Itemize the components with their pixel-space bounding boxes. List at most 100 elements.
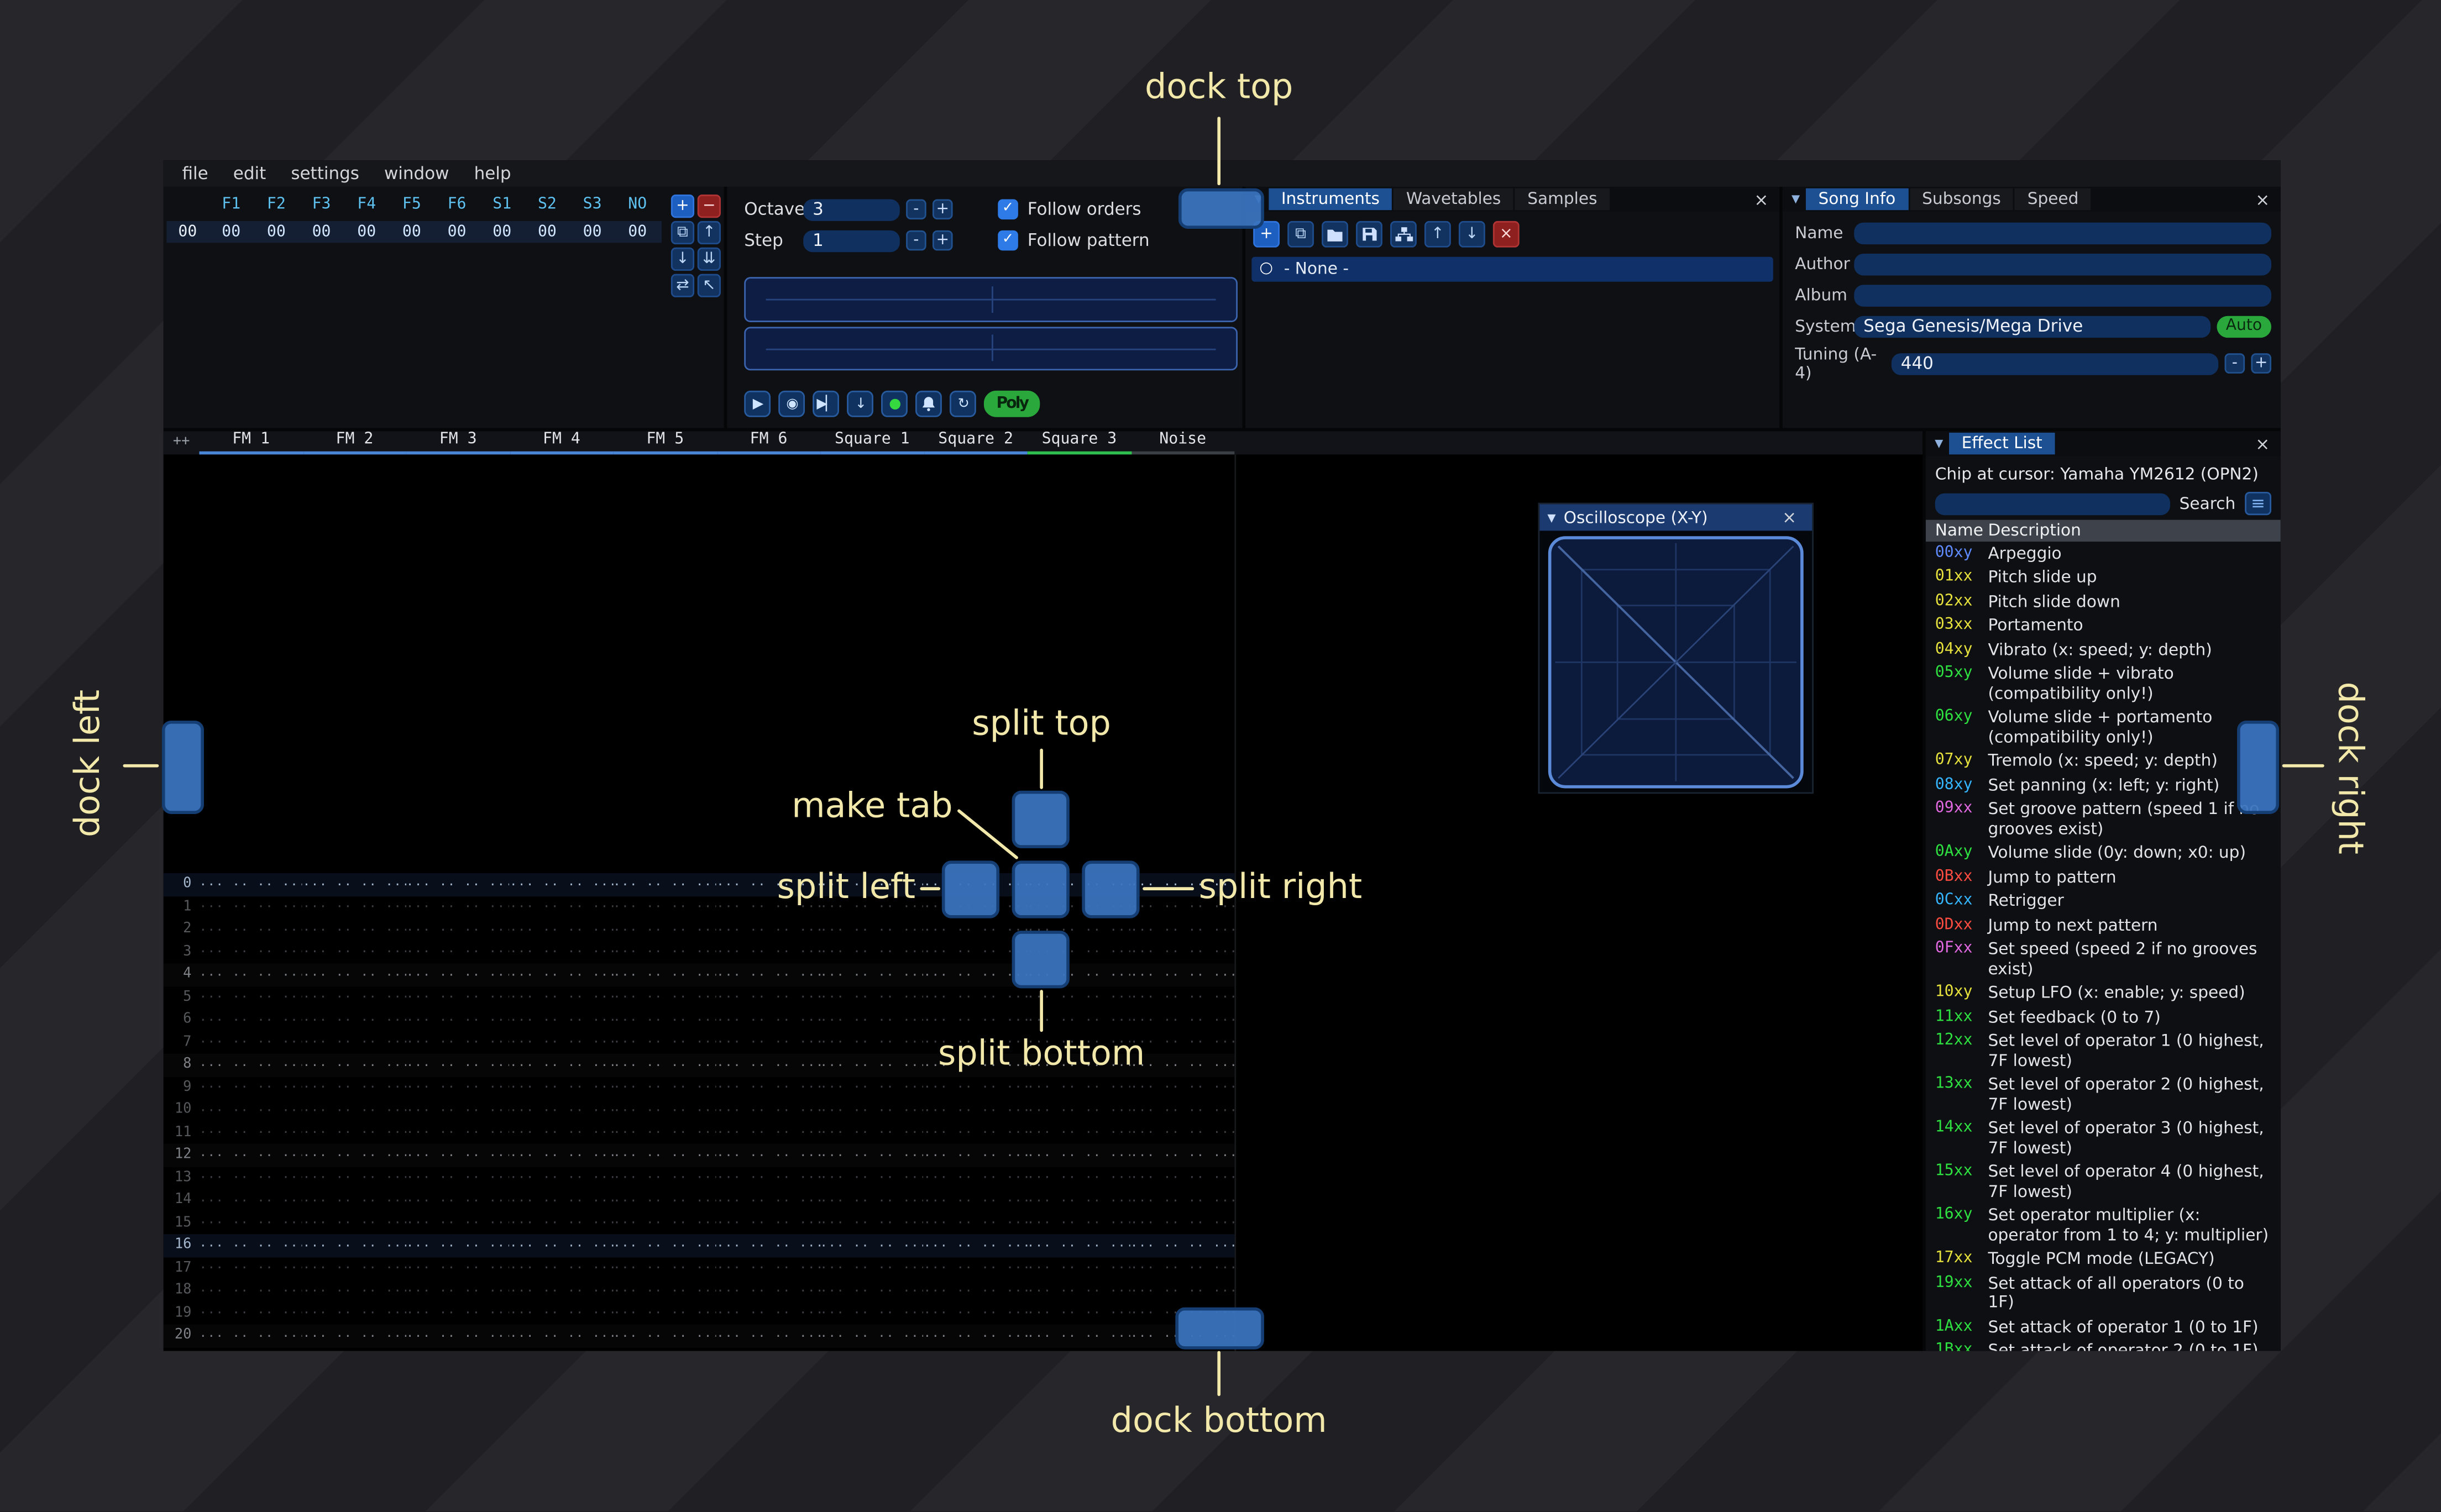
pattern-cell[interactable]: ··· ·· ·· ···· (406, 1261, 510, 1275)
octave-increase-button[interactable]: + (932, 199, 953, 220)
pattern-cell[interactable]: ··· ·· ·· ···· (199, 1080, 302, 1094)
add-order-button[interactable]: + (671, 195, 695, 218)
pattern-cell[interactable]: ··· ·· ·· ···· (613, 1058, 716, 1072)
effect-row-07xy[interactable]: 07xy Tremolo (x: speed; y: depth) (1926, 749, 2281, 774)
pattern-cell[interactable]: ··· ·· ·· ···· (199, 1261, 302, 1275)
pattern-cell[interactable]: ··· ·· ·· ···· (1130, 1171, 1234, 1185)
order-edit-mode-button[interactable]: ↖ (697, 274, 721, 297)
pattern-cell[interactable]: ··· ·· ·· ···· (924, 990, 1027, 1004)
pattern-cell[interactable]: ··· ·· ·· ···· (716, 1261, 820, 1275)
pattern-cell[interactable]: ··· ·· ·· ···· (510, 1216, 613, 1230)
pattern-cell[interactable]: ··· ·· ·· ···· (716, 1171, 820, 1185)
pattern-cell[interactable]: ··· ·· ·· ···· (924, 1284, 1027, 1298)
step-increase-button[interactable]: + (932, 230, 953, 251)
play-pattern-button[interactable]: ◉ (778, 390, 805, 417)
pattern-cell[interactable]: ··· ·· ·· ···· (510, 1329, 613, 1342)
pattern-cell[interactable]: ··· ·· ·· ···· (303, 900, 406, 914)
order-row[interactable]: 00 00 00 00 00 00 00 00 00 00 00 (166, 221, 662, 243)
oscilloscope-window[interactable]: ▼ Oscilloscope (X-Y) × (1538, 502, 1814, 794)
octave-decrease-button[interactable]: - (906, 199, 926, 220)
pattern-cell[interactable]: ··· ·· ·· ···· (820, 1238, 923, 1252)
pattern-cell[interactable]: ··· ·· ·· ···· (1130, 1126, 1234, 1140)
dock-right-target[interactable] (2237, 720, 2280, 814)
pattern-cell[interactable]: ··· ·· ·· ···· (716, 990, 820, 1004)
channel-header-fm-5[interactable]: FM 5 (613, 431, 717, 455)
effect-row-06xy[interactable]: 06xy Volume slide + portamento (compatibi… (1926, 706, 2281, 749)
effect-row-0dxx[interactable]: 0Dxx Jump to next pattern (1926, 914, 2281, 938)
window-menu-icon[interactable]: ▼ (1929, 437, 1949, 450)
pattern-cell[interactable]: ··· ·· ·· ···· (510, 878, 613, 891)
pattern-cell[interactable]: ··· ·· ·· ···· (1027, 1013, 1130, 1027)
pattern-cell[interactable]: ··· ·· ·· ···· (406, 945, 510, 959)
pattern-cell[interactable]: ··· ·· ·· ···· (406, 922, 510, 936)
pattern-cell[interactable]: ··· ·· ·· ···· (1027, 1329, 1130, 1342)
pattern-cell[interactable]: ··· ·· ·· ···· (510, 1261, 613, 1275)
tab-instruments[interactable]: Instruments (1269, 188, 1392, 211)
pattern-cell[interactable]: ··· ·· ·· ···· (924, 1148, 1027, 1162)
pattern-cell[interactable]: ··· ·· ·· ···· (406, 900, 510, 914)
pattern-cell[interactable]: ··· ·· ·· ···· (1027, 1306, 1130, 1320)
tab-wavetables[interactable]: Wavetables (1394, 188, 1513, 211)
pattern-cell[interactable]: ··· ·· ·· ···· (716, 1284, 820, 1298)
effect-row-05xy[interactable]: 05xy Volume slide + vibrato (compatibilit… (1926, 662, 2281, 706)
pattern-cell[interactable]: ··· ·· ·· ···· (1130, 1013, 1234, 1027)
pattern-cell[interactable]: ··· ·· ·· ···· (1027, 1080, 1130, 1094)
pattern-cell[interactable]: ··· ·· ·· ···· (924, 1080, 1027, 1094)
move-order-up-button[interactable]: ↑ (697, 221, 721, 245)
pattern-cell[interactable]: ··· ·· ·· ···· (406, 1238, 510, 1252)
effect-row-00xy[interactable]: 00xy Arpeggio (1926, 542, 2281, 566)
pattern-cell[interactable]: ··· ·· ·· ···· (1027, 1171, 1130, 1185)
pattern-cell[interactable]: ··· ·· ·· ···· (406, 1306, 510, 1320)
pattern-cell[interactable]: ··· ·· ·· ···· (613, 1329, 716, 1342)
effect-row-0axy[interactable]: 0Axy Volume slide (0y: down; x0: up) (1926, 841, 2281, 865)
pattern-cell[interactable]: ··· ·· ·· ···· (406, 1036, 510, 1049)
pattern-cell[interactable]: ··· ·· ·· ···· (1130, 1193, 1234, 1207)
pattern-cell[interactable]: ··· ·· ·· ···· (716, 1148, 820, 1162)
open-instrument-button[interactable] (1322, 221, 1348, 248)
pattern-cell[interactable]: ··· ·· ·· ···· (613, 1103, 716, 1117)
pattern-cell[interactable]: ··· ·· ·· ···· (406, 1216, 510, 1230)
order-cell-5[interactable]: 00 (434, 223, 480, 240)
pattern-cell[interactable]: ··· ·· ·· ···· (199, 1216, 302, 1230)
pattern-cell[interactable]: ··· ·· ·· ···· (716, 1238, 820, 1252)
effect-row-0cxx[interactable]: 0Cxx Retrigger (1926, 890, 2281, 914)
close-song-info-button[interactable]: × (2248, 189, 2277, 209)
pattern-cell[interactable]: ··· ·· ·· ···· (510, 922, 613, 936)
pattern-cell[interactable]: ··· ·· ·· ···· (716, 1103, 820, 1117)
pattern-cell[interactable]: ··· ·· ·· ···· (406, 1193, 510, 1207)
effect-row-14xx[interactable]: 14xx Set level of operator 3 (0 highest, … (1926, 1117, 2281, 1161)
step-decrease-button[interactable]: - (906, 230, 926, 251)
pattern-cell[interactable]: ··· ·· ·· ···· (303, 1284, 406, 1298)
pattern-cell[interactable]: ··· ·· ·· ···· (510, 1306, 613, 1320)
split-top-target[interactable] (1012, 790, 1070, 848)
pattern-cell[interactable]: ··· ·· ·· ···· (613, 990, 716, 1004)
channel-header-square-2[interactable]: Square 2 (924, 431, 1028, 455)
pattern-cell[interactable]: ··· ·· ·· ···· (716, 1036, 820, 1049)
pattern-cell[interactable]: ··· ·· ·· ···· (406, 878, 510, 891)
effect-row-19xx[interactable]: 19xx Set attack of all operators (0 to 1F… (1926, 1272, 2281, 1315)
pattern-cell[interactable]: ··· ·· ·· ···· (716, 968, 820, 981)
order-cell-4[interactable]: 00 (389, 223, 434, 240)
order-cell-8[interactable]: 00 (570, 223, 615, 240)
pattern-cell[interactable]: ··· ·· ·· ···· (510, 1058, 613, 1072)
pattern-cell[interactable]: ··· ·· ·· ···· (406, 1171, 510, 1185)
pattern-cell[interactable]: ··· ·· ·· ···· (199, 1058, 302, 1072)
make-tab-target[interactable] (1012, 860, 1070, 918)
pattern-cell[interactable]: ··· ·· ·· ···· (303, 1126, 406, 1140)
album-input[interactable] (1854, 284, 2272, 306)
channel-header-noise[interactable]: Noise (1131, 431, 1235, 455)
effect-row-0bxx[interactable]: 0Bxx Jump to pattern (1926, 865, 2281, 890)
pattern-cell[interactable]: ··· ·· ·· ···· (924, 1306, 1027, 1320)
move-instrument-down-button[interactable]: ↓ (1458, 221, 1485, 248)
effect-row-1bxx[interactable]: 1Bxx Set attack of operator 2 (0 to 1F) (1926, 1339, 2281, 1351)
pattern-cell[interactable]: ··· ·· ·· ···· (1027, 1261, 1130, 1275)
close-instruments-button[interactable]: × (1746, 189, 1776, 209)
pattern-cell[interactable]: ··· ·· ·· ···· (924, 1126, 1027, 1140)
step-input[interactable]: 1 (803, 229, 900, 251)
pattern-cell[interactable]: ··· ·· ·· ···· (820, 945, 923, 959)
pattern-cell[interactable]: ··· ·· ·· ···· (199, 1036, 302, 1049)
pattern-cell[interactable]: ··· ·· ·· ···· (820, 1193, 923, 1207)
menu-file[interactable]: file (170, 164, 221, 184)
pattern-cell[interactable]: ··· ·· ·· ···· (199, 1329, 302, 1342)
pattern-cell[interactable]: ··· ·· ·· ···· (199, 900, 302, 914)
